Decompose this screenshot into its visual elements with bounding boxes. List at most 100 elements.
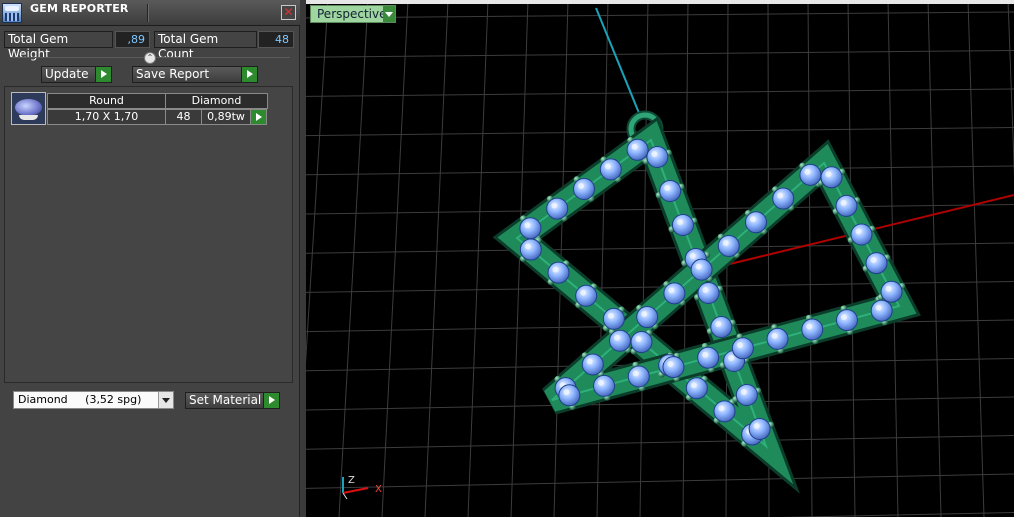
view-mode-label: Perspective <box>317 7 387 21</box>
gem-stone <box>663 282 686 305</box>
gem-highlight <box>676 219 683 225</box>
save-report-button[interactable]: Save Report <box>132 66 258 83</box>
total-gem-count-value: 48 <box>258 31 294 48</box>
gem-stone <box>766 327 789 350</box>
gem-stone <box>547 261 570 284</box>
grid-line <box>424 0 449 517</box>
gem-highlight <box>578 183 584 189</box>
material-dropdown[interactable]: Diamond (3,52 spg) <box>13 391 174 409</box>
update-button[interactable]: Update <box>41 66 112 83</box>
gem-highlight <box>552 266 559 273</box>
total-gem-weight-label: Total Gem Weight <box>4 31 113 61</box>
gem-highlight <box>702 351 709 358</box>
gem-stone <box>636 306 659 329</box>
set-material-button[interactable]: Set Material <box>185 392 280 409</box>
gem-highlight <box>580 289 587 296</box>
chevron-down-icon <box>158 392 173 408</box>
grid-line <box>779 512 1014 517</box>
grid-line <box>306 88 1014 97</box>
set-material-button-label: Set Material <box>189 393 262 407</box>
gem-stone <box>573 178 595 200</box>
play-arrow-icon <box>263 393 279 408</box>
gem-highlight <box>604 163 611 170</box>
gem-highlight <box>651 151 658 157</box>
gem-highlight <box>586 358 593 365</box>
star-of-david-pendant[interactable] <box>492 110 921 494</box>
gem-stone <box>835 194 858 217</box>
gem-highlight <box>667 361 674 368</box>
gem-highlight <box>771 332 778 339</box>
viewport-ruler <box>306 0 1014 4</box>
gem-stone <box>799 163 822 186</box>
gem-highlight <box>702 287 709 293</box>
gem-stone <box>602 307 625 330</box>
grid-line <box>306 50 1014 58</box>
gem-highlight <box>885 285 892 292</box>
gem-stone <box>870 299 893 322</box>
gem-stone <box>820 166 843 189</box>
grid-line <box>306 473 1014 489</box>
3d-scene[interactable] <box>306 0 1014 517</box>
gem-stone <box>558 384 581 407</box>
grid-line <box>847 0 856 517</box>
gem-highlight <box>825 171 832 178</box>
gem-highlight <box>718 405 725 412</box>
gem-list: Round Diamond 1,70 X 1,70 48 0,89tw <box>4 86 293 383</box>
gem-highlight <box>524 222 531 229</box>
close-button[interactable]: ✕ <box>281 5 296 20</box>
round-gem-thumbnail-icon[interactable] <box>11 92 46 125</box>
gem-stone <box>865 252 888 275</box>
grid-line <box>1007 0 1014 177</box>
gem-stone <box>519 238 542 261</box>
grid-line <box>639 0 649 517</box>
gem-highlight <box>598 379 605 386</box>
gem-highlight <box>635 336 642 342</box>
grid-line <box>596 0 609 517</box>
gem-stone <box>627 365 650 388</box>
panel-title: GEM REPORTER <box>30 2 129 15</box>
grid-line <box>381 0 409 517</box>
perspective-grid <box>306 0 1014 517</box>
gem-stone <box>575 284 598 307</box>
gem-stone <box>519 217 542 240</box>
gem-stone <box>630 331 653 353</box>
collapse-toggle-icon[interactable]: ⌃ <box>144 52 156 64</box>
gem-stone <box>731 337 754 360</box>
gem-highlight <box>840 199 847 206</box>
gem-stone <box>697 282 720 304</box>
gem-stone <box>745 211 767 234</box>
gem-reporter-panel: GEM REPORTER ✕ Total Gem Weight ,89 Tota… <box>0 0 300 517</box>
gem-highlight <box>690 382 697 389</box>
gem-stone <box>646 146 669 168</box>
gem-highlight <box>722 239 729 246</box>
gem-highlight <box>804 168 811 175</box>
gem-highlight <box>736 342 743 349</box>
gem-shape-header: Round <box>47 93 166 109</box>
gem-stone <box>801 318 824 341</box>
view-mode-dropdown[interactable]: Perspective <box>310 5 396 23</box>
axis-x-label: X <box>375 484 382 495</box>
gem-stone <box>546 197 569 220</box>
gem-row-play-button[interactable] <box>250 109 267 125</box>
gem-stone <box>710 316 733 338</box>
gem-stone <box>671 214 694 236</box>
gem-stone <box>835 309 858 332</box>
gem-stone <box>735 384 758 406</box>
gem-highlight <box>551 202 558 209</box>
grid-line <box>306 396 1014 411</box>
gem-stone <box>772 187 795 210</box>
gem-stone <box>717 234 740 257</box>
gem-stone <box>697 346 720 369</box>
gem-highlight <box>855 228 862 235</box>
gem-highlight <box>728 355 735 361</box>
grid-line <box>306 435 1014 450</box>
grid-line <box>306 242 1014 254</box>
gem-highlight <box>524 243 531 250</box>
gem-highlight <box>631 143 638 150</box>
gem-highlight <box>753 423 760 429</box>
gem-highlight <box>777 192 784 199</box>
gem-highlight <box>875 304 882 311</box>
gem-stone <box>685 377 708 400</box>
perspective-viewport[interactable]: Perspective Z X <box>306 0 1014 517</box>
gem-highlight <box>870 257 877 264</box>
